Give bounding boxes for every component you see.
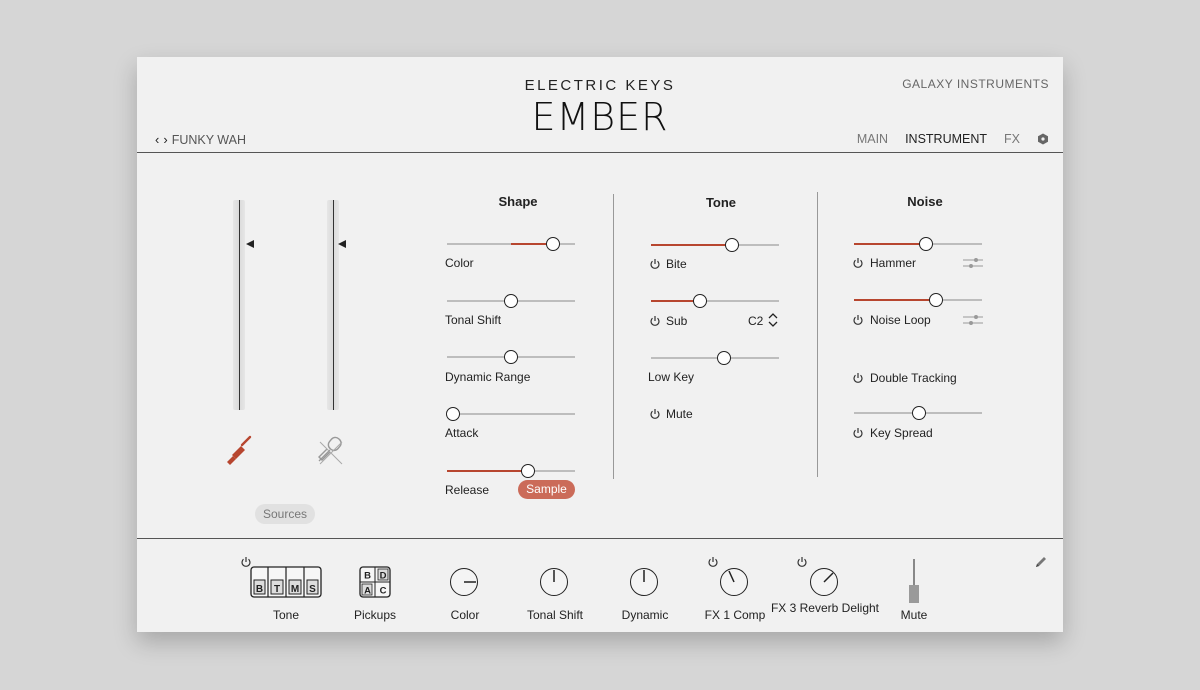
tab-instrument[interactable]: INSTRUMENT [905,132,987,146]
noise-loop-slider[interactable] [854,293,982,307]
pickups-selector[interactable]: B D A C [359,566,391,598]
dynamic-knob[interactable] [630,568,658,596]
footer-divider [137,538,1063,539]
sub-label: Sub [666,314,688,328]
microphone-muted-icon[interactable] [314,434,348,468]
sub-power-icon[interactable] [649,315,661,327]
noise-title: Noise [907,194,943,209]
fx1-power-icon[interactable] [707,556,719,568]
noise-loop-label: Noise Loop [870,313,931,327]
color-slider-knob[interactable] [546,237,561,251]
release-slider-knob[interactable] [520,464,535,478]
mute-power-icon[interactable] [649,408,661,420]
noise-loop-slider-knob[interactable] [928,293,943,307]
key-spread-label: Key Spread [870,426,933,440]
mute-label: Mute [666,407,693,421]
pickup-a[interactable]: A [364,586,371,597]
hammer-slider[interactable] [854,237,982,251]
low-key-label: Low Key [648,370,695,384]
low-key-slider-knob[interactable] [716,351,731,365]
tonal-shift-knob-pointer [553,570,555,582]
header-divider [137,152,1063,153]
attack-slider[interactable] [446,407,575,421]
fx1-knob-pointer [728,570,735,583]
key-spread-power-icon[interactable] [852,427,864,439]
mute-fader[interactable] [906,559,922,603]
double-tracking-label: Double Tracking [870,371,957,385]
tone-keys-selector[interactable]: B T M S [250,566,322,598]
sub-slider[interactable] [651,294,779,308]
bite-label: Bite [666,257,687,271]
pickup-c[interactable]: C [380,586,387,597]
hammer-power-icon[interactable] [852,257,864,269]
dynamic-knob-pointer [643,570,645,582]
preset-name[interactable]: FUNKY WAH [172,133,246,147]
sub-note-value[interactable]: C2 [748,314,763,328]
color-knob-pointer [464,581,476,583]
tab-bar: MAIN INSTRUMENT FX [857,132,1049,146]
color-slider[interactable] [447,237,575,251]
tab-main[interactable]: MAIN [857,132,888,146]
tone-key-m[interactable]: M [291,584,299,595]
preset-browser: ‹ › FUNKY WAH [155,132,246,147]
chevron-left-icon[interactable]: ‹ [155,132,159,147]
pickup-d[interactable]: D [380,571,387,582]
hammer-settings-sliders-icon[interactable] [963,257,983,269]
release-label: Release [445,483,490,497]
fx1-comp-knob[interactable] [720,568,748,596]
tone-key-b[interactable]: B [256,584,263,595]
jack-plug-icon[interactable] [223,434,255,466]
color-label: Color [445,256,474,270]
hammer-label: Hammer [870,256,917,270]
color-knob[interactable] [450,568,478,596]
dynamic-range-slider[interactable] [447,350,575,364]
meter-line-1 [239,200,240,410]
instrument-panel: ELECTRIC KEYS EMBER GALAXY INSTRUMENTS ‹… [137,57,1063,632]
attack-label: Attack [445,426,479,440]
note-stepper-icon[interactable] [767,312,779,328]
bite-power-icon[interactable] [649,258,661,270]
tone-key-s[interactable]: S [309,584,316,595]
bite-slider[interactable] [651,238,779,252]
settings-hexagon-icon[interactable] [1037,133,1049,145]
sample-button[interactable]: Sample [518,480,575,499]
double-tracking-power-icon[interactable] [852,372,864,384]
tone-key-t[interactable]: T [274,584,280,595]
meter-marker-2[interactable] [338,240,346,248]
shape-title: Shape [498,194,538,209]
sub-slider-knob[interactable] [692,294,707,308]
dynamic-range-slider-knob[interactable] [504,350,518,364]
noise-loop-power-icon[interactable] [852,314,864,326]
tonal-shift-slider-knob[interactable] [504,294,518,308]
pickup-b[interactable]: B [364,571,371,582]
meter-marker-1[interactable] [246,240,254,248]
noise-loop-settings-sliders-icon[interactable] [963,314,983,326]
key-spread-slider[interactable] [854,406,982,420]
tone-title: Tone [705,195,737,210]
chevron-right-icon[interactable]: › [163,132,167,147]
section-divider [613,194,614,479]
section-divider [817,192,818,477]
fx3-reverb-knob[interactable] [810,568,838,596]
tonal-shift-knob[interactable] [540,568,568,596]
hammer-slider-knob[interactable] [918,237,933,251]
tonal-shift-slider[interactable] [447,294,575,308]
dynamic-range-label: Dynamic Range [445,370,531,384]
sources-button[interactable]: Sources [255,504,315,524]
bite-slider-knob[interactable] [724,238,739,252]
release-slider[interactable] [447,464,575,478]
maker-logo: GALAXY INSTRUMENTS [902,77,1049,91]
low-key-slider[interactable] [651,351,779,365]
tab-fx[interactable]: FX [1004,132,1020,146]
fx3-power-icon[interactable] [796,556,808,568]
mute-macro-label: Mute [900,608,928,622]
key-spread-slider-knob[interactable] [912,406,927,420]
pencil-icon[interactable] [1034,555,1048,569]
fx3-knob-pointer [823,572,834,583]
meter-line-2 [333,200,334,410]
tonal-shift-label: Tonal Shift [445,313,502,327]
attack-slider-knob[interactable] [446,407,461,421]
